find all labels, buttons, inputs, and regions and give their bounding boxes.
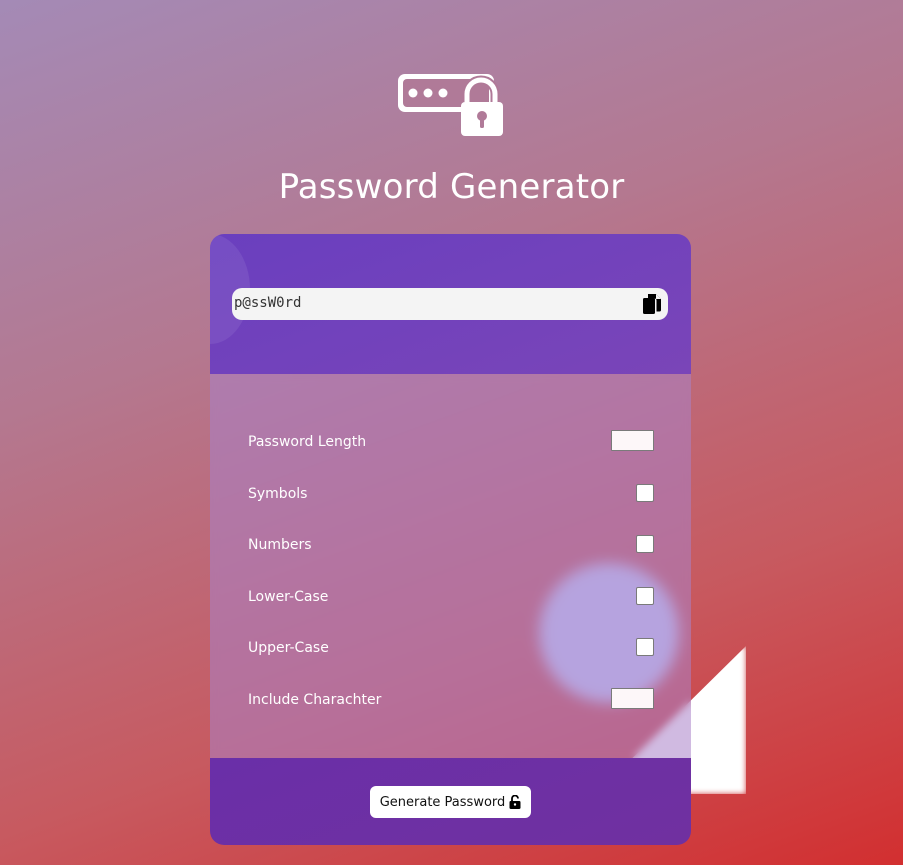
- page-title: Password Generator: [278, 167, 625, 207]
- generate-password-button[interactable]: Generate Password: [370, 786, 531, 818]
- option-numbers: Numbers: [248, 533, 654, 559]
- password-lock-icon: [398, 74, 503, 136]
- card-header: p@ssW0rd: [210, 234, 691, 374]
- option-include: Include Charachter: [248, 688, 654, 714]
- include-input[interactable]: [611, 688, 654, 709]
- unlock-icon: [509, 795, 521, 809]
- lowercase-label: Lower-Case: [248, 589, 329, 605]
- symbols-checkbox[interactable]: [636, 484, 654, 502]
- option-length: Password Length: [248, 430, 654, 456]
- password-output[interactable]: p@ssW0rd: [232, 288, 668, 320]
- option-lowercase: Lower-Case: [248, 585, 654, 611]
- uppercase-label: Upper-Case: [248, 640, 329, 656]
- options-panel: Password Length Symbols Numbers Lower-Ca…: [210, 374, 691, 758]
- copy-icon[interactable]: [642, 293, 662, 315]
- option-uppercase: Upper-Case: [248, 636, 654, 662]
- symbols-label: Symbols: [248, 486, 308, 502]
- numbers-label: Numbers: [248, 537, 312, 553]
- generator-card: p@ssW0rd Password Length Symbols Numbers…: [210, 234, 691, 845]
- generate-label: Generate Password: [379, 794, 506, 810]
- option-symbols: Symbols: [248, 482, 654, 508]
- include-label: Include Charachter: [248, 692, 382, 708]
- numbers-checkbox[interactable]: [636, 535, 654, 553]
- password-text[interactable]: p@ssW0rd: [234, 295, 301, 311]
- card-footer: Generate Password: [210, 758, 691, 845]
- length-label: Password Length: [248, 434, 367, 450]
- uppercase-checkbox[interactable]: [636, 638, 654, 656]
- length-input[interactable]: [611, 430, 654, 451]
- lowercase-checkbox[interactable]: [636, 587, 654, 605]
